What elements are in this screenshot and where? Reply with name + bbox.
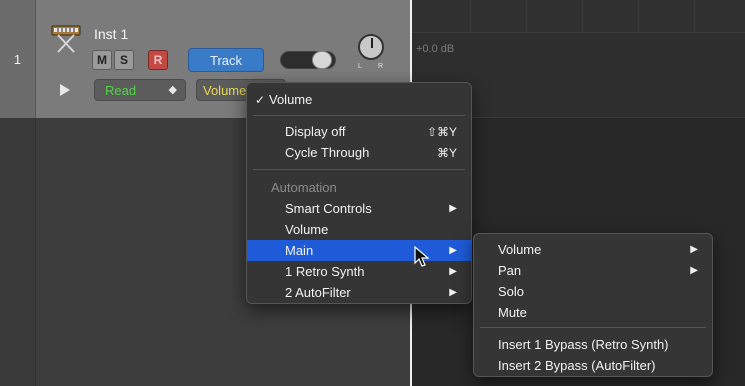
- pan-knob[interactable]: [358, 34, 384, 60]
- submenu-arrow-icon: ▶: [449, 245, 457, 256]
- track-number: 1: [0, 0, 36, 118]
- menu-item-shortcut: ⇧⌘Y: [426, 124, 457, 139]
- track-number-column: [0, 118, 36, 386]
- synth-keyboard-icon: [51, 25, 81, 53]
- submenu-arrow-icon: ▶: [690, 244, 698, 255]
- menu-item-volume[interactable]: Volume: [247, 219, 471, 240]
- automation-parameter-menu: ✓ Volume Display off ⇧⌘Y Cycle Through ⌘…: [246, 82, 472, 304]
- play-icon[interactable]: [60, 84, 70, 96]
- submenu-item-volume[interactable]: Volume ▶: [474, 239, 712, 260]
- ruler-gridline: [526, 0, 527, 33]
- pan-knob-indicator: [371, 38, 373, 48]
- menu-item-label: Insert 1 Bypass (Retro Synth): [498, 337, 669, 352]
- solo-button[interactable]: S: [114, 50, 134, 70]
- submenu-arrow-icon: ▶: [449, 203, 457, 214]
- menu-item-label: Volume: [269, 92, 313, 107]
- menu-item-label: Mute: [498, 305, 527, 320]
- record-enable-button[interactable]: R: [148, 50, 168, 70]
- submenu-arrow-icon: ▶: [690, 265, 698, 276]
- submenu-item-mute[interactable]: Mute: [474, 302, 712, 323]
- menu-section-automation: Automation: [271, 180, 337, 195]
- menu-separator: [253, 169, 465, 170]
- mute-button[interactable]: M: [92, 50, 112, 70]
- submenu-arrow-icon: ▶: [449, 287, 457, 298]
- ruler-gridline: [582, 0, 583, 33]
- submenu-item-insert1-bypass[interactable]: Insert 1 Bypass (Retro Synth): [474, 334, 712, 355]
- track-name[interactable]: Inst 1: [94, 26, 128, 42]
- mouse-pointer-icon: [414, 246, 430, 267]
- menu-item-label: Cycle Through: [285, 145, 370, 160]
- menu-item-label: 1 Retro Synth: [285, 264, 365, 279]
- menu-item-label: Smart Controls: [285, 201, 372, 216]
- menu-item-main[interactable]: Main ▶: [247, 240, 471, 261]
- menu-item-label: Insert 2 Bypass (AutoFilter): [498, 358, 656, 373]
- volume-slider-thumb[interactable]: [312, 51, 332, 69]
- menu-item-smart-controls[interactable]: Smart Controls ▶: [247, 198, 471, 219]
- main-submenu: Volume ▶ Pan ▶ Solo Mute Insert 1 Bypass…: [473, 233, 713, 377]
- automation-mode-select[interactable]: Read ◆: [94, 79, 186, 101]
- menu-item-label: Volume: [285, 222, 329, 237]
- submenu-item-insert2-bypass[interactable]: Insert 2 Bypass (AutoFilter): [474, 355, 712, 376]
- menu-separator: [480, 327, 706, 328]
- menu-item-label: Pan: [498, 263, 522, 278]
- menu-item-shortcut: ⌘Y: [436, 145, 457, 160]
- select-arrows-icon: ◆: [168, 84, 177, 96]
- checkmark-icon: ✓: [255, 92, 266, 107]
- menu-item-label: Display off: [285, 124, 346, 139]
- submenu-item-solo[interactable]: Solo: [474, 281, 712, 302]
- automation-parameter-value: Volume: [203, 82, 247, 98]
- automation-db-readout: +0.0 dB: [416, 43, 455, 55]
- arrange-ruler[interactable]: [412, 0, 745, 33]
- menu-item-cycle-through[interactable]: Cycle Through ⌘Y: [247, 142, 471, 163]
- menu-item-label: Volume: [498, 242, 542, 257]
- pan-left-label: L: [358, 63, 362, 70]
- menu-separator: [253, 115, 465, 116]
- menu-item-autofilter[interactable]: 2 AutoFilter ▶: [247, 282, 471, 303]
- volume-slider[interactable]: [280, 51, 336, 69]
- menu-item-label: Main: [285, 243, 314, 258]
- pan-right-label: R: [378, 63, 384, 70]
- ruler-gridline: [470, 0, 471, 33]
- submenu-item-pan[interactable]: Pan ▶: [474, 260, 712, 281]
- submenu-arrow-icon: ▶: [449, 266, 457, 277]
- menu-item-display-off[interactable]: Display off ⇧⌘Y: [247, 121, 471, 142]
- menu-item-label: Solo: [498, 284, 525, 299]
- menu-item-volume-checked[interactable]: ✓ Volume: [247, 89, 471, 110]
- logic-window: 1 Inst 1 M S R Track L R Read ◆ Volume +…: [0, 0, 745, 386]
- automation-mode-value: Read: [105, 82, 137, 98]
- menu-item-label: 2 AutoFilter: [285, 285, 351, 300]
- track-button[interactable]: Track: [188, 48, 264, 72]
- ruler-gridline: [694, 0, 695, 33]
- ruler-gridline: [638, 0, 639, 33]
- menu-item-retro-synth[interactable]: 1 Retro Synth ▶: [247, 261, 471, 282]
